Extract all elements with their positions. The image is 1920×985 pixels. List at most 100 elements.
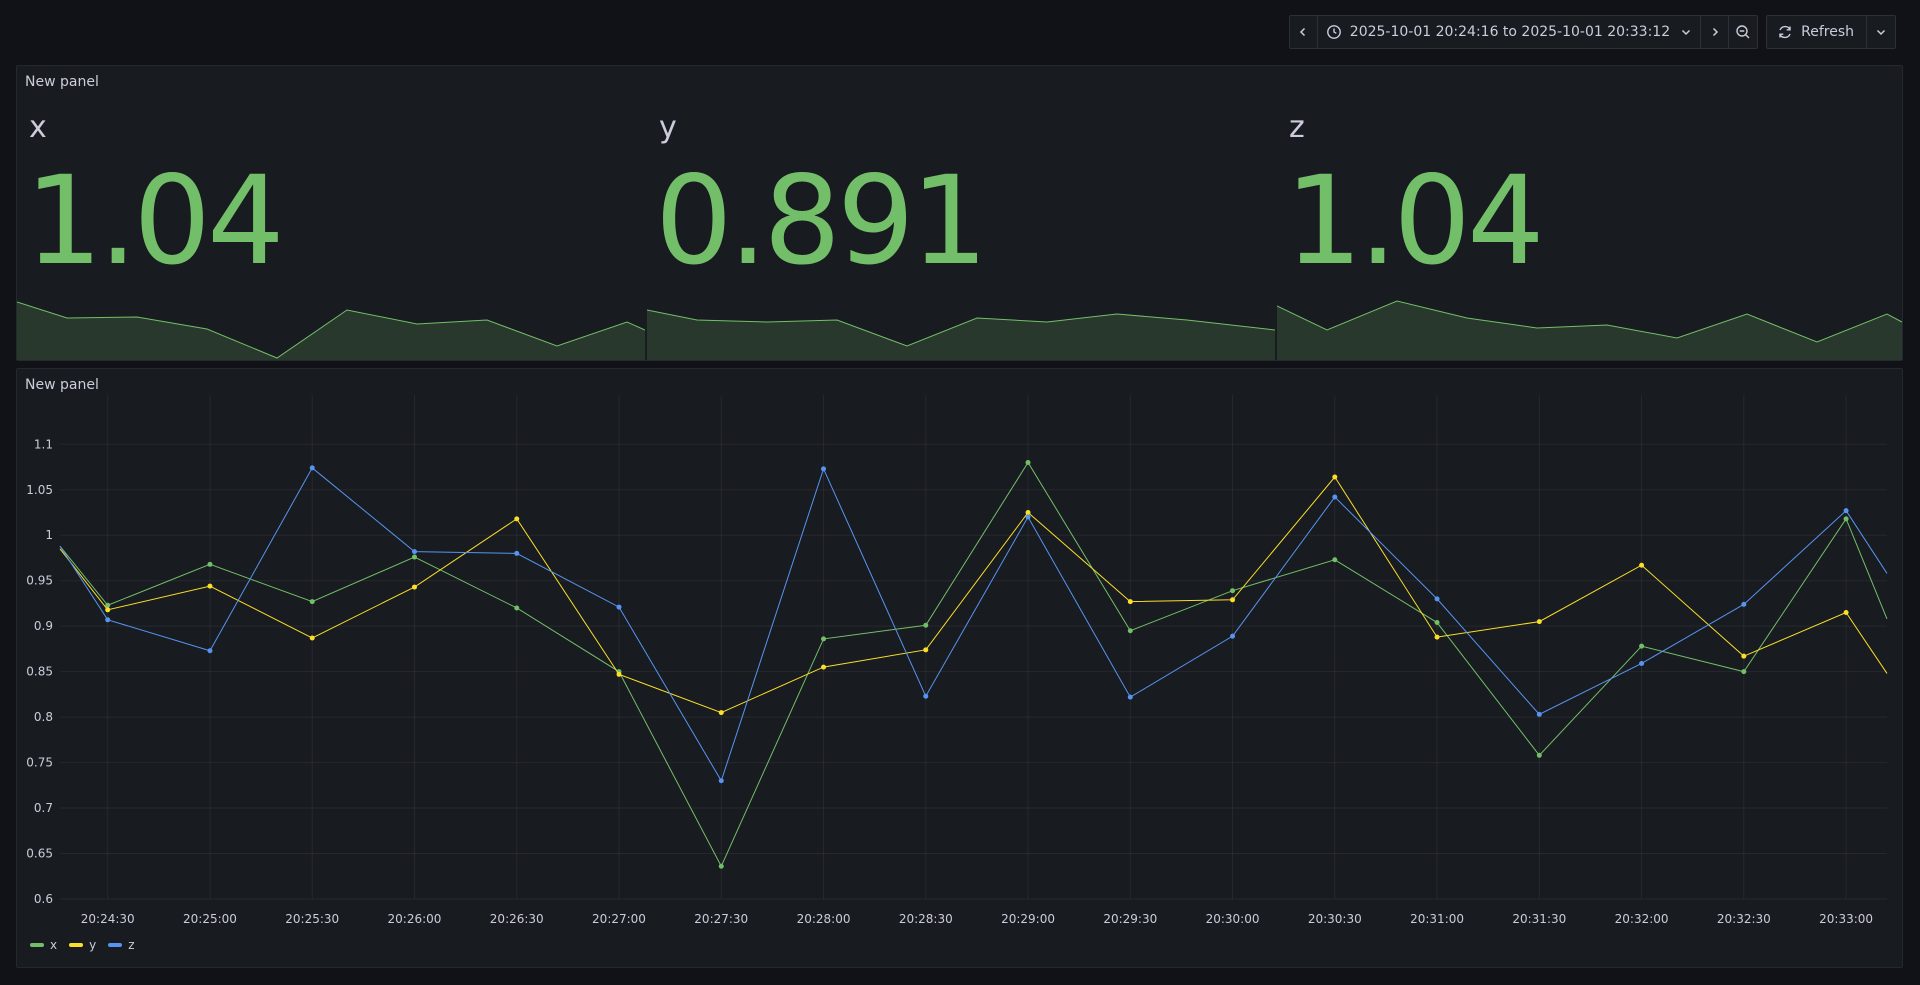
- time-toolbar: 2025-10-01 20:24:16 to 2025-10-01 20:33:…: [1288, 15, 1896, 49]
- sparkline: [17, 301, 645, 360]
- data-point-y: [1639, 562, 1645, 568]
- legend-swatch: [30, 943, 44, 947]
- data-point-x: [514, 605, 520, 611]
- refresh-icon: [1779, 25, 1791, 39]
- data-point-x: [1127, 628, 1133, 634]
- data-point-z: [1536, 711, 1542, 717]
- data-point-z: [1434, 596, 1440, 602]
- data-point-y: [207, 583, 213, 589]
- legend-item-x[interactable]: x: [30, 938, 57, 952]
- data-point-z: [207, 648, 213, 654]
- x-tick-label: 20:25:30: [285, 912, 339, 926]
- data-point-y: [1536, 619, 1542, 625]
- data-point-z: [1741, 601, 1747, 607]
- x-tick-label: 20:30:00: [1206, 912, 1260, 926]
- stat-value: 1.04: [25, 150, 285, 292]
- data-point-x: [1332, 557, 1338, 563]
- x-tick-label: 20:26:00: [388, 912, 442, 926]
- chevron-right-icon: [1712, 27, 1718, 37]
- chevron-left-icon: [1300, 27, 1306, 37]
- data-point-x: [411, 554, 417, 560]
- refresh-label: Refresh: [1801, 24, 1854, 40]
- sparkline: [647, 309, 1275, 360]
- x-tick-label: 20:27:00: [592, 912, 646, 926]
- data-point-y: [514, 516, 520, 522]
- stat-panel[interactable]: New panel x 1.04 y 0.891 z 1.04: [16, 65, 1903, 361]
- data-point-y: [105, 607, 111, 613]
- data-point-z: [1025, 514, 1031, 520]
- legend-swatch: [108, 943, 123, 947]
- data-point-x: [1843, 516, 1849, 522]
- refresh-button[interactable]: Refresh: [1767, 16, 1867, 48]
- data-point-y: [821, 664, 827, 670]
- stat-cell-x: x 1.04: [17, 66, 645, 360]
- y-tick-label: 0.65: [26, 847, 53, 861]
- y-tick-label: 1.05: [26, 483, 53, 497]
- y-tick-label: 0.75: [26, 756, 53, 770]
- data-point-z: [411, 549, 417, 555]
- stat-cell-y: y 0.891: [647, 66, 1275, 360]
- timeseries-panel[interactable]: New panel 0.6 0.65 0.7 0.75 0.8 0.85 0.9 0.95 1 1…: [16, 368, 1903, 968]
- data-point-y: [1127, 599, 1133, 605]
- timeseries-chart[interactable]: 0.6 0.65 0.7 0.75 0.8 0.85 0.9 0.95 1 1.05 1.1 20:2…: [17, 369, 1902, 929]
- y-tick-label: 0.9: [34, 619, 53, 633]
- stat-name: x: [29, 110, 47, 145]
- x-tick-label: 20:28:00: [797, 912, 851, 926]
- data-point-z: [1332, 494, 1338, 500]
- legend-swatch: [69, 943, 84, 947]
- stat-name: z: [1289, 110, 1305, 145]
- stat-value: 0.891: [655, 150, 988, 292]
- refresh-group: Refresh: [1766, 15, 1896, 49]
- data-point-z: [1230, 633, 1236, 639]
- clock-icon: [1326, 25, 1341, 39]
- data-point-z: [309, 465, 315, 471]
- data-point-z: [923, 693, 929, 699]
- time-range-picker[interactable]: 2025-10-01 20:24:16 to 2025-10-01 20:33:…: [1318, 16, 1702, 48]
- data-point-x: [309, 599, 315, 605]
- x-tick-label: 20:31:00: [1410, 912, 1464, 926]
- chart-legend: x y z: [30, 938, 135, 952]
- data-point-x: [1639, 643, 1645, 649]
- y-tick-label: 0.8: [34, 710, 53, 724]
- data-point-y: [1741, 653, 1747, 659]
- time-back-button[interactable]: [1290, 16, 1318, 48]
- x-tick-label: 20:29:00: [1001, 912, 1055, 926]
- data-point-z: [1639, 660, 1645, 666]
- data-point-z: [718, 778, 724, 784]
- legend-item-z[interactable]: z: [108, 938, 135, 952]
- series-line-x: [59, 461, 1888, 868]
- zoom-out-icon: [1736, 25, 1750, 39]
- data-point-z: [105, 617, 111, 623]
- data-point-y: [718, 710, 724, 716]
- data-point-x: [1536, 752, 1542, 758]
- x-tick-label: 20:32:00: [1615, 912, 1669, 926]
- x-tick-label: 20:29:30: [1103, 912, 1157, 926]
- time-forward-button[interactable]: [1701, 16, 1730, 48]
- x-tick-label: 20:31:30: [1512, 912, 1566, 926]
- data-point-y: [616, 671, 622, 677]
- refresh-interval-dropdown[interactable]: [1867, 16, 1895, 48]
- data-point-x: [821, 636, 827, 642]
- zoom-out-button[interactable]: [1729, 16, 1757, 48]
- data-point-y: [1230, 597, 1236, 603]
- stat-cell-z: z 1.04: [1277, 66, 1902, 360]
- data-point-x: [1434, 620, 1440, 626]
- data-point-x: [1230, 588, 1236, 594]
- data-point-y: [411, 584, 417, 590]
- data-point-z: [514, 550, 520, 556]
- legend-item-y[interactable]: y: [69, 938, 96, 952]
- chevron-down-icon: [1682, 29, 1691, 36]
- legend-label: y: [89, 938, 97, 952]
- series-line-z: [59, 467, 1888, 782]
- data-point-y: [309, 635, 315, 641]
- data-point-z: [821, 466, 827, 472]
- data-point-y: [923, 647, 929, 653]
- y-tick-label: 1: [45, 528, 53, 542]
- stat-value: 1.04: [1285, 150, 1545, 292]
- sparkline: [1277, 300, 1902, 360]
- data-point-z: [1127, 694, 1133, 700]
- data-point-z: [1843, 508, 1849, 514]
- data-point-x: [1741, 669, 1747, 675]
- chevron-down-icon: [1876, 29, 1886, 36]
- x-tick-label: 20:28:30: [899, 912, 953, 926]
